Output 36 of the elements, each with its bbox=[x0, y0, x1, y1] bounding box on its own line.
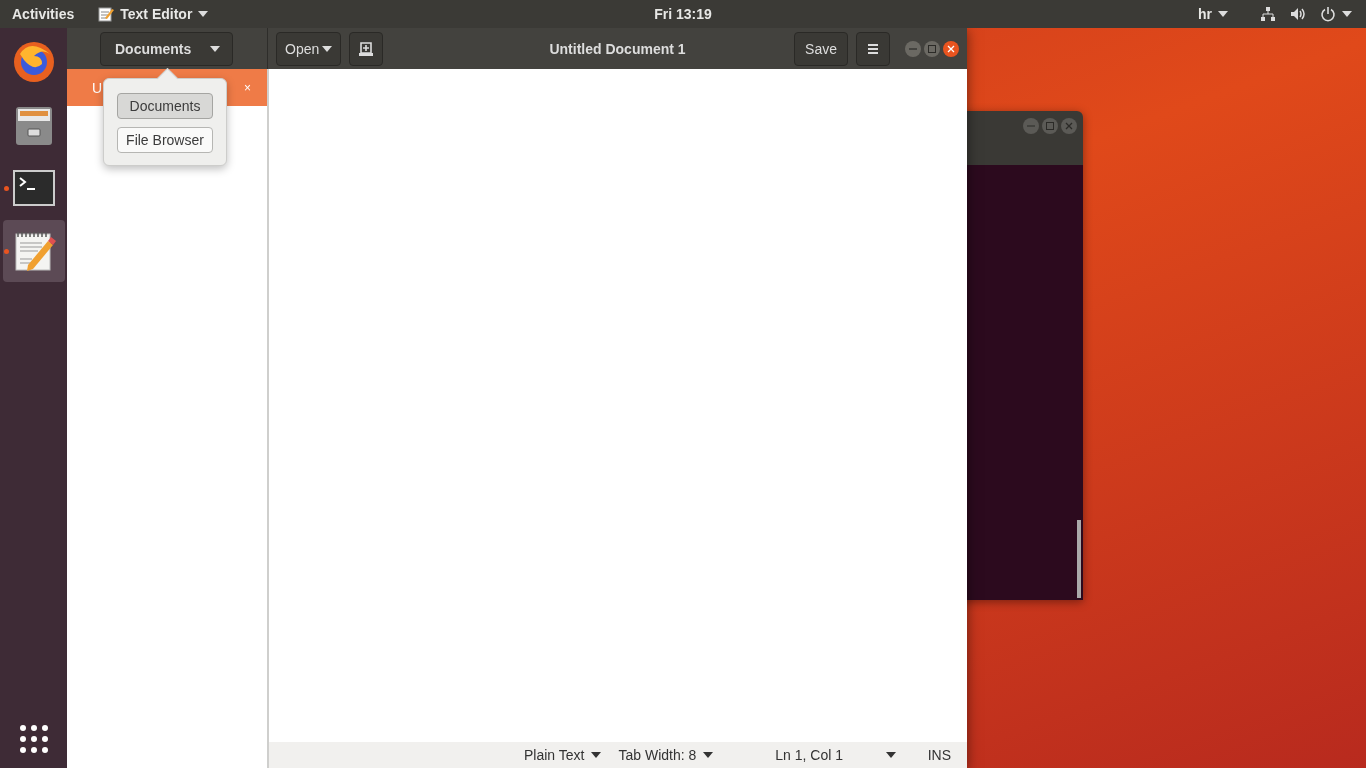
caret-icon bbox=[322, 45, 333, 52]
scrollbar[interactable] bbox=[1077, 520, 1081, 598]
caret-icon bbox=[210, 45, 220, 52]
caret-icon bbox=[198, 11, 209, 17]
new-document-icon bbox=[358, 40, 375, 57]
keyboard-layout-menu[interactable]: hr bbox=[1198, 0, 1246, 28]
browser-icon bbox=[11, 40, 56, 84]
popover-option[interactable]: Documents bbox=[117, 93, 213, 119]
menu-button[interactable] bbox=[856, 31, 890, 66]
popover-option[interactable]: File Browser bbox=[117, 127, 213, 153]
network-icon[interactable] bbox=[1260, 6, 1276, 22]
caret-icon bbox=[591, 752, 602, 758]
menu-icon bbox=[867, 42, 879, 55]
save-button[interactable]: Save bbox=[794, 31, 848, 66]
cursor-position-menu[interactable]: Ln 1, Col 1 bbox=[775, 747, 843, 763]
cursor-position-dropdown[interactable] bbox=[886, 752, 896, 758]
insert-mode-indicator: INS bbox=[927, 747, 951, 763]
volume-icon[interactable] bbox=[1290, 6, 1306, 22]
dock-item[interactable] bbox=[2, 220, 65, 282]
caret-icon bbox=[703, 752, 714, 758]
activities-button[interactable]: Activities bbox=[0, 0, 87, 28]
window-title: Untitled Document 1 bbox=[549, 40, 686, 57]
app-grid-icon[interactable] bbox=[19, 725, 48, 753]
caret-icon bbox=[886, 752, 896, 758]
caret-icon bbox=[1218, 11, 1228, 17]
close-icon[interactable] bbox=[943, 40, 959, 57]
tab-width-menu[interactable]: Tab Width: 8 bbox=[618, 747, 714, 763]
open-button[interactable]: Open bbox=[276, 31, 342, 66]
new-tab-button[interactable] bbox=[349, 31, 384, 66]
clock[interactable]: Fri 13:19 bbox=[654, 6, 712, 22]
notepad-icon bbox=[98, 6, 115, 22]
power-icon bbox=[1320, 6, 1336, 22]
caret-icon bbox=[1342, 11, 1352, 17]
language-menu[interactable]: Plain Text bbox=[524, 747, 602, 763]
app-menu[interactable]: Text Editor bbox=[86, 0, 221, 28]
side-panel-button[interactable]: Documents bbox=[100, 31, 233, 66]
